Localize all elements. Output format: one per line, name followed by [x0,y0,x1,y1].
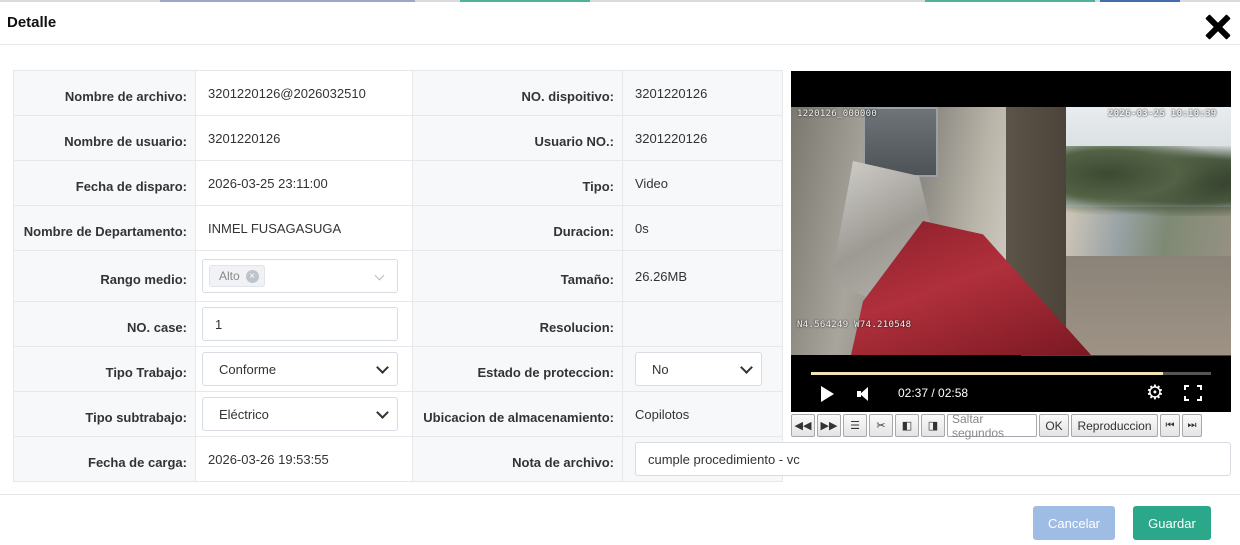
tipo-trabajo-select[interactable]: Conforme [202,352,398,386]
no-case-input[interactable]: 1 [202,307,398,341]
list-icon[interactable]: ☰ [843,414,867,437]
osd-device-id: 1220126_000000 [797,109,878,119]
value-duracion: 0s [622,205,783,251]
label-rango-medio: Rango medio: [13,250,196,302]
label-no-case: NO. case: [13,301,196,347]
skip-end-icon[interactable]: ⏭ [1182,414,1202,437]
nota-archivo-input[interactable]: cumple procedimiento - vc [635,442,1231,476]
dialog-footer: Cancelar Guardar [0,494,1240,545]
value-nombre-archivo: 3201220126@2026032510 [195,70,413,116]
save-button[interactable]: Guardar [1133,506,1211,540]
osd-timestamp: 2026-03-25 10:10:39 [1108,109,1217,119]
fullscreen-icon[interactable] [1184,385,1202,401]
label-estado-proteccion: Estado de proteccion: [412,346,623,392]
value-no-dispositivo: 3201220126 [622,70,783,116]
value-usuario-no: 3201220126 [622,115,783,161]
label-usuario-no: Usuario NO.: [412,115,623,161]
label-fecha-disparo: Fecha de disparo: [13,160,196,206]
ok-button[interactable]: OK [1039,414,1069,437]
label-ubicacion: Ubicacion de almacenamiento: [412,391,623,437]
video-player[interactable]: 1220126_000000 2026-03-25 10:10:39 N4.56… [791,71,1231,412]
estado-proteccion-select[interactable]: No [635,352,762,386]
rango-medio-select[interactable]: Alto × [202,259,398,293]
cancel-button[interactable]: Cancelar [1033,506,1115,540]
seek-seconds-input[interactable]: Saltar segundos [947,412,1037,440]
skip-start-icon[interactable]: ⏮ [1160,414,1180,437]
rewind-icon[interactable]: ◀◀ [791,414,815,437]
value-fecha-carga: 2026-03-26 19:53:55 [195,436,413,482]
video-controls: 02:37 / 02:58 ⚙ [791,355,1231,412]
settings-gear-icon[interactable]: ⚙ [1146,383,1164,403]
prev-frame-icon[interactable]: ◧ [895,414,919,437]
label-tipo-trabajo: Tipo Trabajo: [13,346,196,392]
value-tipo: Video [622,160,783,206]
rango-medio-tag: Alto × [209,265,265,287]
label-no-dispositivo: NO. dispoitivo: [412,70,623,116]
value-resolucion [622,301,783,347]
volume-icon[interactable] [857,387,871,401]
label-resolucion: Resolucion: [412,301,623,347]
player-toolbar: ◀◀ ▶▶ ☰ ✂ ◧ ◨ Saltar segundos OK Reprodu… [791,412,1231,440]
label-nota-archivo: Nota de archivo: [412,436,623,482]
value-nombre-usuario: 3201220126 [195,115,413,161]
detail-form: Nombre de archivo: 3201220126@2026032510… [13,70,1231,482]
tipo-subtrabajo-select[interactable]: Eléctrico [202,397,398,431]
label-nombre-usuario: Nombre de usuario: [13,115,196,161]
value-departamento: INMEL FUSAGASUGA [195,205,413,251]
label-duracion: Duracion: [412,205,623,251]
rango-medio-tag-label: Alto [219,269,240,283]
next-frame-icon[interactable]: ◨ [921,414,945,437]
osd-gps: N4.564249 W74.210548 [797,320,912,330]
dialog-title: Detalle [7,14,57,31]
dialog-header: Detalle [0,2,1240,45]
label-tipo-subtrabajo: Tipo subtrabajo: [13,391,196,437]
label-fecha-carga: Fecha de carga: [13,436,196,482]
playback-button[interactable]: Reproduccion [1071,414,1158,437]
label-departamento: Nombre de Departamento: [13,205,196,251]
label-tamano: Tamaño: [412,250,623,302]
detail-dialog: Detalle Nombre de archivo: 3201220126@20… [0,2,1240,545]
fast-forward-icon[interactable]: ▶▶ [817,414,841,437]
progress-bar[interactable] [811,372,1211,375]
tag-remove-icon[interactable]: × [245,269,259,283]
scissors-icon[interactable]: ✂ [869,414,893,437]
value-tamano: 26.26MB [622,250,783,302]
progress-fill [811,372,1163,375]
value-ubicacion: Copilotos [622,391,783,437]
close-icon[interactable] [1205,14,1231,40]
label-nombre-archivo: Nombre de archivo: [13,70,196,116]
value-fecha-disparo: 2026-03-25 23:11:00 [195,160,413,206]
play-icon[interactable] [821,386,834,402]
time-display: 02:37 / 02:58 [898,386,969,400]
label-tipo: Tipo: [412,160,623,206]
